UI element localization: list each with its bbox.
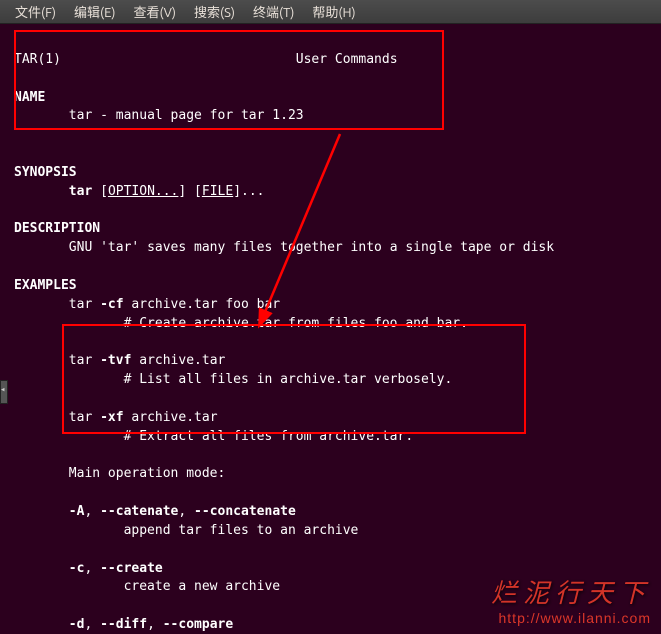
ex3-cmd: tar — [69, 410, 92, 425]
main-op-mode: Main operation mode: — [69, 466, 226, 481]
ex2-rest: archive.tar — [139, 353, 225, 368]
name-line: tar - manual page for tar 1.23 — [69, 108, 304, 123]
opt-d-long1: --diff — [100, 617, 147, 632]
ex3-desc: # Extract all files from archive.tar. — [124, 429, 414, 444]
ex1-rest: archive.tar foo bar — [131, 297, 280, 312]
ex2-desc: # List all files in archive.tar verbosel… — [124, 372, 453, 387]
ex3-rest: archive.tar — [131, 410, 217, 425]
ex2-opt: -tvf — [100, 353, 131, 368]
menu-bar: 文件(F) 编辑(E) 查看(V) 搜索(S) 终端(T) 帮助(H) — [0, 0, 661, 24]
section-description: DESCRIPTION — [14, 221, 100, 236]
section-examples: EXAMPLES — [14, 278, 77, 293]
opt-c-long: --create — [100, 561, 163, 576]
description-text: GNU 'tar' saves many files together into… — [69, 240, 554, 255]
synopsis-file: FILE — [202, 184, 233, 199]
ex2-cmd: tar — [69, 353, 92, 368]
menu-search[interactable]: 搜索(S) — [185, 2, 244, 21]
opt-d-long2: --compare — [163, 617, 233, 632]
synopsis-dots: ... — [241, 184, 264, 199]
synopsis-option: OPTION... — [108, 184, 178, 199]
menu-help[interactable]: 帮助(H) — [303, 2, 364, 21]
opt-a-long2: --concatenate — [194, 504, 296, 519]
menu-edit[interactable]: 编辑(E) — [65, 2, 124, 21]
ex1-desc: # Create archive.tar from files foo and … — [124, 316, 468, 331]
opt-d: -d — [69, 617, 85, 632]
menu-file[interactable]: 文件(F) — [6, 2, 65, 21]
opt-a-desc: append tar files to an archive — [124, 523, 359, 538]
opt-a-long1: --catenate — [100, 504, 178, 519]
panel-resize-handle-icon[interactable] — [0, 380, 8, 404]
man-header-right: User Commands — [296, 52, 398, 67]
opt-a: -A — [69, 504, 85, 519]
terminal-content[interactable]: TAR(1) User Commands NAME tar - manual p… — [0, 24, 661, 634]
menu-terminal[interactable]: 终端(T) — [244, 2, 303, 21]
section-synopsis: SYNOPSIS — [14, 165, 77, 180]
section-name: NAME — [14, 90, 45, 105]
synopsis-cmd: tar — [69, 184, 92, 199]
opt-c: -c — [69, 561, 85, 576]
ex3-opt: -xf — [100, 410, 123, 425]
ex1-cmd: tar — [69, 297, 92, 312]
man-header-left: TAR(1) — [14, 52, 61, 67]
menu-view[interactable]: 查看(V) — [125, 2, 185, 21]
opt-c-desc: create a new archive — [124, 579, 281, 594]
ex1-opt: -cf — [100, 297, 123, 312]
